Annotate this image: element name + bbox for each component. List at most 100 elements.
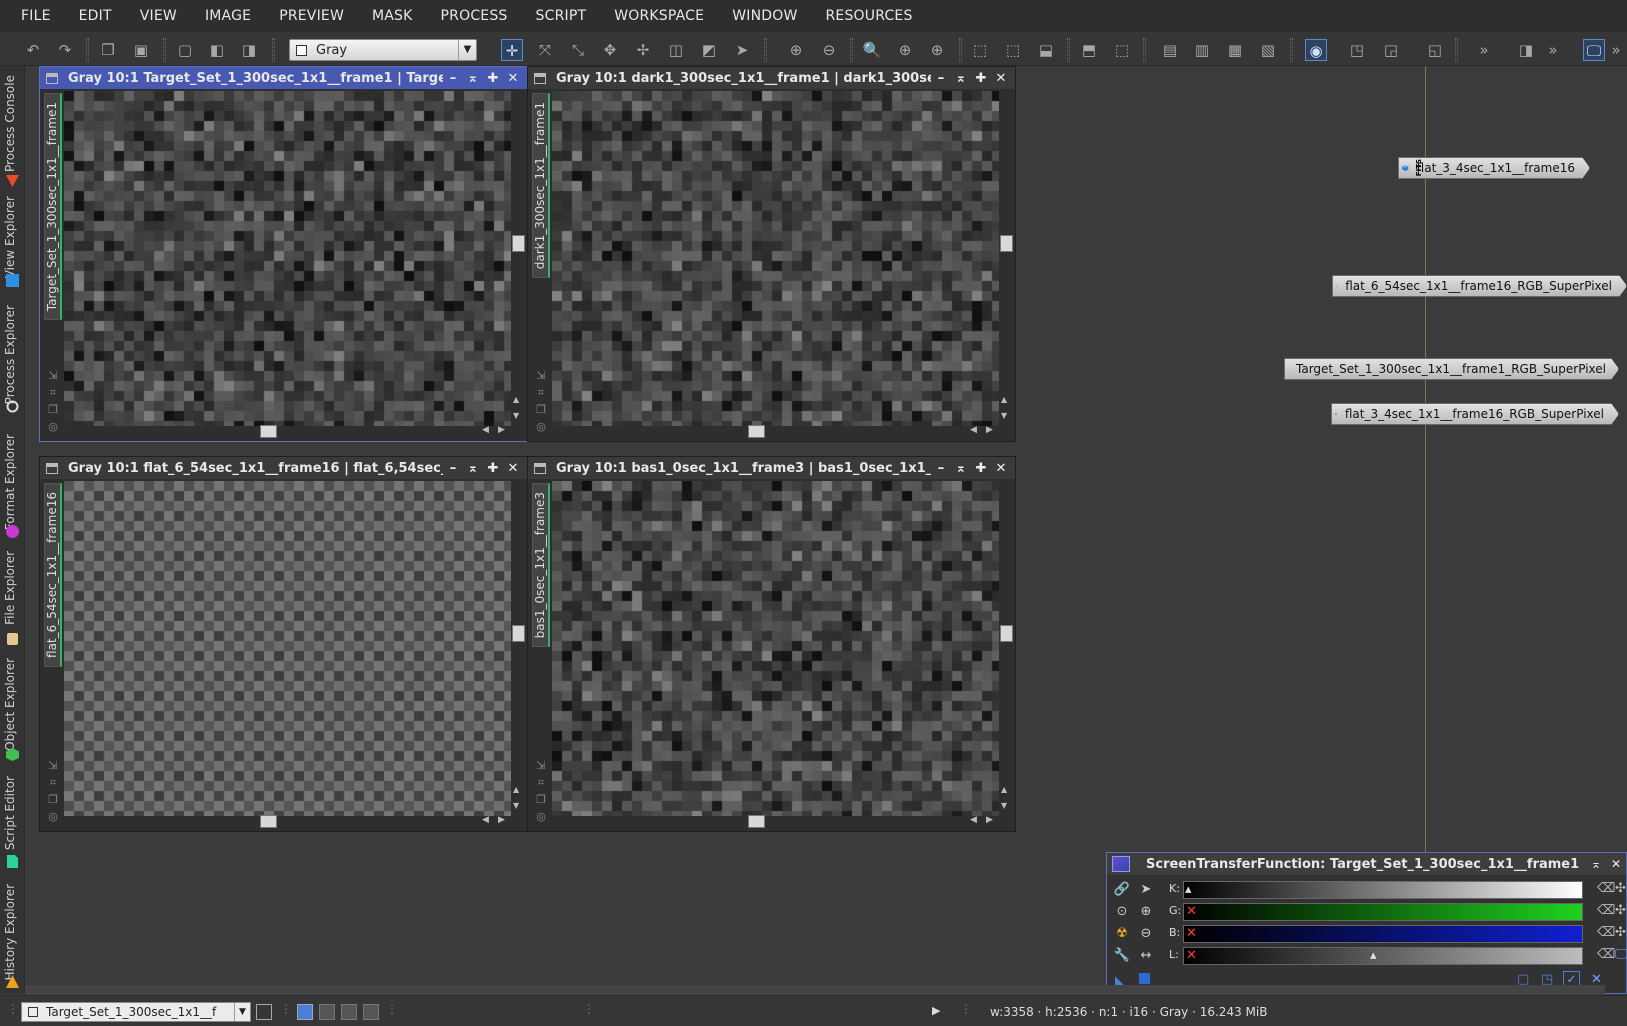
target-icon[interactable]: ◎ — [534, 418, 548, 435]
mask-show-icon[interactable]: ▦ — [1224, 39, 1246, 61]
shrink-icon[interactable]: ⇲ — [534, 757, 548, 774]
workspace-3-icon[interactable] — [341, 1004, 357, 1020]
fit-icon[interactable]: ⌗ — [46, 774, 60, 791]
clone-icon[interactable]: ❐ — [46, 401, 60, 418]
stf-g-slider[interactable] — [1183, 903, 1583, 921]
reset-icon[interactable]: ⌫ — [1597, 947, 1615, 962]
zoom-in-icon[interactable]: ⊕ — [1137, 903, 1155, 921]
dock-tab-object-explorer[interactable]: Object Explorer — [0, 656, 25, 766]
image-window-dark[interactable]: Gray 10:1 dark1_300sec_1x1__frame1 | dar… — [527, 66, 1016, 442]
shrink-icon[interactable]: ⇲ — [534, 367, 548, 384]
midtones-marker-icon[interactable]: ✕ — [1186, 904, 1197, 919]
menu-edit[interactable]: EDIT — [79, 8, 112, 24]
scroll-thumb[interactable] — [1000, 235, 1013, 252]
zoom-1-2-icon[interactable]: ⊕ — [926, 39, 948, 61]
new-image-icon[interactable]: ▢ — [174, 39, 196, 61]
window-titlebar[interactable]: Gray 10:1 bas1_0sec_1x1__frame3 | bas1_0… — [528, 457, 1015, 479]
view-id-tab[interactable]: Target_Set_1_300sec_1x1__frame1 — [44, 93, 62, 321]
zoom-1-1-icon[interactable]: ⊕ — [894, 39, 916, 61]
zoom-in-icon[interactable]: ⊕ — [785, 39, 807, 61]
target-icon[interactable]: ◎ — [46, 418, 60, 435]
maximize-icon[interactable]: ✚ — [971, 461, 991, 476]
zoom-out-icon[interactable]: ⊖ — [818, 39, 840, 61]
fit-icon[interactable]: ⌗ — [46, 384, 60, 401]
vertical-scrollbar[interactable]: ▲ ▼ — [511, 481, 525, 816]
pointer-icon[interactable]: ➤ — [1137, 881, 1155, 899]
minimize-icon[interactable]: – — [443, 71, 463, 86]
scroll-thumb[interactable] — [512, 235, 525, 252]
image-canvas[interactable] — [64, 91, 511, 426]
apply-global-icon[interactable] — [1139, 973, 1150, 984]
icon-flat-6-54sec-rgb[interactable]: flat_6_54sec_1x1__frame16_RGB_SuperPixel — [1332, 275, 1627, 297]
icon-flat-3-4sec-rgb[interactable]: flat_3_4sec_1x1__frame16_RGB_SuperPixel — [1331, 403, 1619, 425]
full-screen-icon[interactable]: ⬚ — [1111, 39, 1133, 61]
new-image-window-icon[interactable]: ▣ — [130, 39, 152, 61]
select-preview-icon[interactable]: ➤ — [731, 39, 753, 61]
options-icon[interactable]: ✣ — [1615, 903, 1626, 918]
menu-window[interactable]: WINDOW — [732, 8, 797, 24]
reset-icon[interactable]: ⌫ — [1597, 925, 1615, 940]
dock-tab-process-console[interactable]: Process Console — [0, 71, 25, 191]
stf-link-icon[interactable]: ◳ — [1346, 39, 1368, 61]
monitor-icon[interactable]: 🖵 — [1615, 947, 1627, 962]
zoom-to-optimal-icon[interactable]: ⬚ — [1002, 39, 1024, 61]
maximize-icon[interactable]: ✚ — [971, 71, 991, 86]
target-icon[interactable]: ◎ — [46, 808, 60, 825]
zoom-out-mode-icon[interactable]: ⤡ — [567, 39, 589, 61]
minimize-icon[interactable]: – — [931, 71, 951, 86]
center-mode-icon[interactable]: ✢ — [632, 39, 654, 61]
toolbar-overflow-icon[interactable]: » — [1542, 39, 1564, 61]
image-canvas[interactable] — [552, 481, 999, 816]
maximize-icon[interactable]: ✚ — [483, 461, 503, 476]
stf-k-slider[interactable] — [1183, 881, 1583, 899]
fit-icon[interactable]: ⌗ — [534, 774, 548, 791]
mask-invert-icon[interactable]: ▧ — [1257, 39, 1279, 61]
clone-icon[interactable]: ❐ — [46, 791, 60, 808]
stf-auto-icon[interactable]: ◲ — [1380, 39, 1402, 61]
stf-b-slider[interactable] — [1183, 925, 1583, 943]
new-preview-icon[interactable]: ◫ — [665, 39, 687, 61]
vertical-scrollbar[interactable]: ▲ ▼ — [999, 91, 1013, 426]
edit-preview-icon[interactable]: ◩ — [698, 39, 720, 61]
scroll-thumb[interactable] — [748, 425, 765, 438]
horizontal-scrollbar[interactable]: ◀ ▶ — [64, 425, 511, 439]
minimize-icon[interactable]: – — [443, 461, 463, 476]
mask-new-icon[interactable]: ▤ — [1159, 39, 1181, 61]
close-icon[interactable]: ✕ — [991, 71, 1011, 86]
stf-l-slider[interactable] — [1183, 947, 1583, 965]
horizontal-arrows-icon[interactable]: ↔ — [1137, 947, 1155, 965]
menu-file[interactable]: FILE — [21, 8, 51, 24]
workspace-1-icon[interactable] — [297, 1004, 313, 1020]
window-titlebar[interactable]: Gray 10:1 flat_6_54sec_1x1__frame16 | fl… — [40, 457, 527, 479]
image-window-bias[interactable]: Gray 10:1 bas1_0sec_1x1__frame3 | bas1_0… — [527, 456, 1016, 832]
close-icon[interactable]: ✕ — [503, 71, 523, 86]
stf-enable-icon[interactable]: ◉ — [1305, 39, 1327, 61]
zoom-icon[interactable]: ⊙ — [1113, 903, 1131, 921]
view-selector[interactable]: Target_Set_1_300sec_1x1__f ▼ — [21, 1002, 251, 1022]
redo-icon[interactable]: ↷ — [54, 39, 76, 61]
wrench-icon[interactable]: 🔧 — [1113, 947, 1131, 965]
close-icon[interactable]: ✕ — [1606, 857, 1626, 871]
menu-workspace[interactable]: WORKSPACE — [614, 8, 704, 24]
link-channels-icon[interactable]: 🔗 — [1113, 881, 1131, 899]
workspace-2-icon[interactable] — [319, 1004, 335, 1020]
horizontal-scrollbar[interactable]: ◀ ▶ — [552, 425, 999, 439]
horizontal-scrollbar[interactable]: ◀ ▶ — [64, 815, 511, 829]
fit-view-icon[interactable]: ⬚ — [969, 39, 991, 61]
menu-view[interactable]: VIEW — [140, 8, 177, 24]
shrink-icon[interactable]: ⇲ — [46, 757, 60, 774]
image-window-flat[interactable]: Gray 10:1 flat_6_54sec_1x1__frame16 | fl… — [39, 456, 528, 832]
close-image-icon[interactable]: ◨ — [238, 39, 260, 61]
duplicate-image-icon[interactable]: ❐ — [97, 39, 119, 61]
shrink-icon[interactable]: ⇲ — [46, 367, 60, 384]
reset-icon[interactable]: ⌫ — [1597, 903, 1615, 918]
clone-icon[interactable]: ❐ — [534, 791, 548, 808]
view-id-tab[interactable]: flat_6_54sec_1x1__frame16 — [44, 483, 62, 667]
workspace-4-icon[interactable] — [363, 1004, 379, 1020]
shade-icon[interactable]: ⌅ — [951, 461, 971, 476]
close-icon[interactable]: ✕ — [991, 461, 1011, 476]
readout-mode-icon[interactable]: ✛ — [501, 39, 523, 61]
midtones-marker-icon[interactable]: ✕ — [1186, 926, 1197, 941]
dock-tab-script-editor[interactable]: Script Editor — [0, 774, 25, 874]
image-window-target[interactable]: Gray 10:1 Target_Set_1_300sec_1x1__frame… — [39, 66, 528, 442]
